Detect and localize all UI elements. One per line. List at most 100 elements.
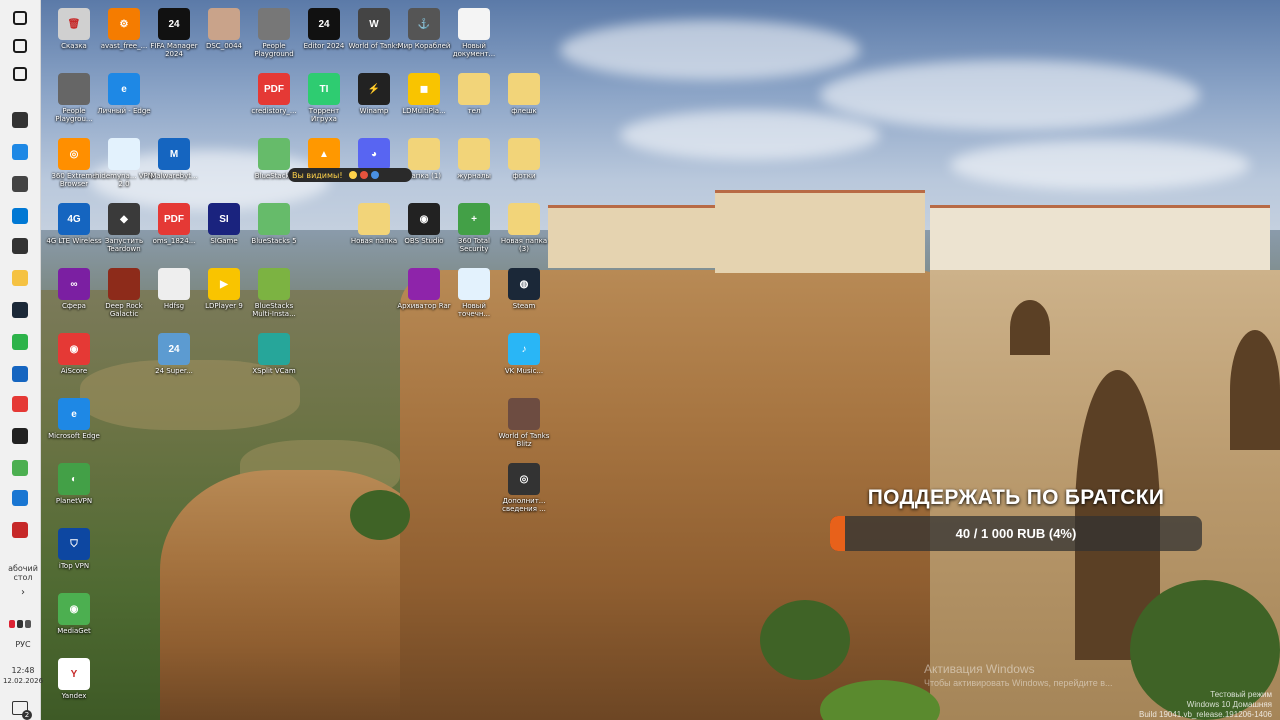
desktop-shortcut[interactable]: BlueStacks 5 xyxy=(245,203,303,267)
desktop-shortcut[interactable]: BlueStacks Multi-Insta... xyxy=(245,268,303,332)
warships-taskbar-icon[interactable] xyxy=(8,172,32,196)
network-taskbar-icon[interactable] xyxy=(8,486,32,510)
desktop-screen: абочий стол › РУС 12:48 12.02.2026 2 🗑 Ск… xyxy=(0,0,1280,720)
shortcut-label: World of Tanks Blitz xyxy=(498,432,550,448)
shortcut-icon: 24 xyxy=(158,8,190,40)
tray-chevron[interactable]: › xyxy=(0,587,46,598)
desktop-shortcut[interactable]: ◍ Steam xyxy=(495,268,553,332)
shortcut-icon: 24 xyxy=(158,333,190,365)
shortcut-icon: ▶ xyxy=(208,268,240,300)
desktop-label: абочий стол xyxy=(8,564,38,582)
desktop-shortcut[interactable]: M Malwarebyt... xyxy=(145,138,203,202)
language-indicator[interactable]: РУС xyxy=(0,640,46,649)
shortcut-label: Malwarebyt... xyxy=(150,172,198,180)
tanks-taskbar-icon[interactable] xyxy=(8,234,32,258)
desktop-shortcut[interactable]: ◉ MediaGet xyxy=(45,593,103,657)
desktop-shortcut[interactable]: e Личный - Edge xyxy=(95,73,153,137)
shortcut-icon xyxy=(408,268,440,300)
shortcut-icon xyxy=(508,73,540,105)
shortcut-icon: ◐ xyxy=(58,463,90,495)
folder-taskbar-icon[interactable] xyxy=(8,266,32,290)
shortcut-icon xyxy=(158,268,190,300)
search-icon[interactable] xyxy=(8,34,32,58)
world-of-tanks-taskbar-icon[interactable] xyxy=(8,108,32,132)
shortcut-icon: ◍ xyxy=(508,268,540,300)
shortcut-icon xyxy=(208,8,240,40)
shortcut-icon xyxy=(258,333,290,365)
clock-date[interactable]: 12.02.2026 xyxy=(0,677,46,685)
shortcut-label: Новый документ... xyxy=(452,42,496,58)
shortcut-label: флешк xyxy=(511,107,537,115)
desktop-shortcut[interactable]: Новый документ... xyxy=(445,8,503,72)
desktop-shortcut[interactable]: ⛉ iTop VPN xyxy=(45,528,103,592)
shortcut-icon: e xyxy=(58,398,90,430)
shortcut-icon xyxy=(508,203,540,235)
shortcut-label: 24 Super... xyxy=(155,367,193,375)
shortcut-icon: ◎ xyxy=(58,138,90,170)
shortcut-icon: ◉ xyxy=(58,593,90,625)
shortcut-label: фотки xyxy=(512,172,536,180)
shield-taskbar-icon[interactable] xyxy=(8,362,32,386)
browser-360-taskbar-icon[interactable] xyxy=(8,330,32,354)
shortcut-icon: e xyxy=(108,73,140,105)
shortcut-icon: M xyxy=(158,138,190,170)
desktop-shortcut[interactable]: ◉ AiScore xyxy=(45,333,103,397)
shortcut-icon xyxy=(408,138,440,170)
shortcut-label: VK Music... xyxy=(504,367,544,375)
desktop-shortcut[interactable]: ◐ PlanetVPN xyxy=(45,463,103,527)
shortcut-icon: W xyxy=(358,8,390,40)
shortcut-icon: ◆ xyxy=(108,203,140,235)
clock-time[interactable]: 12:48 xyxy=(0,666,46,675)
desktop-shortcut[interactable]: флешк xyxy=(495,73,553,137)
shortcut-icon xyxy=(508,398,540,430)
desktop-shortcut[interactable]: ♪ VK Music... xyxy=(495,333,553,397)
desktop-shortcut[interactable]: World of Tanks Blitz xyxy=(495,398,553,462)
tray-icons[interactable] xyxy=(2,620,38,630)
shortcut-icon xyxy=(458,73,490,105)
desktop-shortcut[interactable]: Y Yandex xyxy=(45,658,103,720)
shortcut-label: XSplit VCam xyxy=(252,367,296,375)
shortcut-icon: + xyxy=(458,203,490,235)
donation-title: ПОДДЕРЖАТЬ ПО БРАТСКИ xyxy=(867,486,1165,509)
notification-center-icon[interactable]: 2 xyxy=(8,696,32,720)
shortcut-label: Новая папка (3) xyxy=(500,237,548,253)
taskbar: абочий стол › РУС 12:48 12.02.2026 2 xyxy=(0,0,43,720)
task-view-icon[interactable] xyxy=(8,62,32,86)
yandex-taskbar-icon[interactable] xyxy=(8,392,32,416)
window-taskbar-icon[interactable] xyxy=(8,456,32,480)
shortcut-icon: ◕ xyxy=(358,138,390,170)
shortcut-icon: Y xyxy=(58,658,90,690)
desktop-shortcut[interactable]: фотки xyxy=(495,138,553,202)
activation-title: Активация Windows xyxy=(924,662,1035,676)
shortcut-icon xyxy=(258,138,290,170)
shortcut-label: BlueStacks 5 xyxy=(251,237,297,245)
donation-progress-text: 40 / 1 000 RUB (4%) xyxy=(955,526,1077,541)
windows-start-icon[interactable] xyxy=(8,6,32,30)
shortcut-label: Steam xyxy=(512,302,536,310)
edge-blue-taskbar-icon[interactable] xyxy=(8,204,32,228)
activation-subtitle: Чтобы активировать Windows, перейдите в.… xyxy=(924,678,1113,688)
media-taskbar-icon[interactable] xyxy=(8,518,32,542)
desktop-shortcut[interactable]: XSplit VCam xyxy=(245,333,303,397)
shortcut-icon xyxy=(258,203,290,235)
shortcut-icon: ⚡ xyxy=(358,73,390,105)
shortcut-label: MediaGet xyxy=(57,627,91,635)
shortcut-label: BlueStacks Multi-Insta... xyxy=(252,302,296,318)
notification-badge: 2 xyxy=(22,710,32,720)
desktop-shortcut[interactable]: ◎ Дополнит... сведения ... xyxy=(495,463,553,527)
shortcut-icon: ◎ xyxy=(508,463,540,495)
desktop-shortcut[interactable]: Новая папка (3) xyxy=(495,203,553,267)
desktop-shortcut[interactable]: 24 24 Super... xyxy=(145,333,203,397)
shortcut-icon xyxy=(258,8,290,40)
edge-taskbar-icon[interactable] xyxy=(8,140,32,164)
shortcut-icon: TI xyxy=(308,73,340,105)
desktop-shortcut[interactable]: e Microsoft Edge xyxy=(45,398,103,462)
shortcut-icon: ♪ xyxy=(508,333,540,365)
shortcut-icon: 24 xyxy=(308,8,340,40)
steam-taskbar-icon[interactable] xyxy=(8,298,32,322)
shortcut-icon xyxy=(258,268,290,300)
shortcut-label: Личный - Edge xyxy=(97,107,151,115)
shortcut-label: Yandex xyxy=(61,692,87,700)
shortcut-icon xyxy=(458,268,490,300)
game-taskbar-icon[interactable] xyxy=(8,424,32,448)
